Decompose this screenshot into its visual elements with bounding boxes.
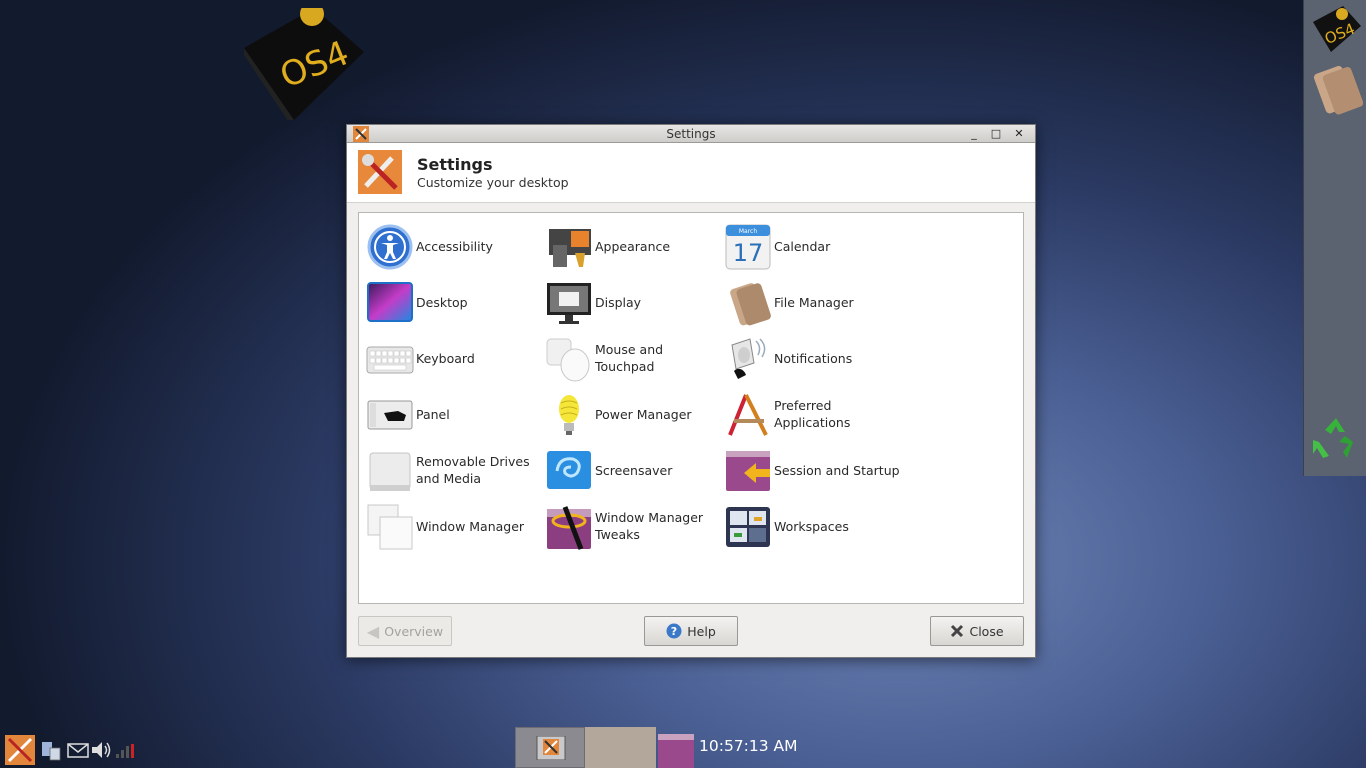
settings-item-preferred-apps[interactable]: Preferred Applications [724,389,900,439]
overview-button[interactable]: ◀ Overview [358,616,452,646]
settings-item-workspaces[interactable]: Workspaces [724,501,900,551]
taskbar-tasks [515,727,656,768]
header-title: Settings [417,155,493,174]
item-label: Preferred Applications [774,398,851,430]
settings-item-file-manager[interactable]: File Manager [724,277,900,327]
wm-tweaks-icon [547,506,591,550]
settings-launcher-icon[interactable] [5,735,35,765]
help-icon: ? [666,623,682,639]
item-label: Notifications [774,350,853,366]
window-titlebar[interactable]: Settings _ □ ✕ [347,125,1035,143]
os4-dock-icon[interactable]: OS4 [1309,4,1363,58]
settings-item-display[interactable]: Display [545,277,721,327]
item-label: Accessibility [416,238,493,254]
show-desktop-icon[interactable] [656,732,696,768]
settings-item-wm-tweaks[interactable]: Window Manager Tweaks [545,501,721,551]
minimize-button[interactable]: _ [965,126,983,142]
help-button[interactable]: ? Help [644,616,738,646]
settings-item-panel[interactable]: Panel [366,389,542,439]
trash-recycle-icon[interactable] [1309,412,1363,466]
item-label: Window Manager [416,518,525,534]
window-title: Settings [666,127,716,141]
mail-icon[interactable] [66,738,90,762]
screensaver-icon [547,451,591,489]
item-label: Mouse and Touchpad [595,342,664,374]
item-label: Removable Drives and Media [416,454,530,486]
mouse-icon [546,338,590,382]
settings-grid-panel: Accessibility Appearance March 17 Calend… [358,212,1024,604]
settings-item-window-manager[interactable]: Window Manager [366,501,542,551]
volume-icon[interactable] [89,738,113,762]
close-button[interactable]: Close [930,616,1024,646]
header-subtitle: Customize your desktop [417,175,569,190]
settings-item-mouse[interactable]: Mouse and Touchpad [545,333,721,383]
close-x-icon [951,624,964,638]
appearance-icon [549,229,591,267]
settings-item-power-manager[interactable]: Power Manager [545,389,721,439]
power-manager-icon [559,395,579,435]
calendar-icon: March 17 [725,224,771,270]
settings-task-icon [536,736,566,760]
close-window-button[interactable]: ✕ [1010,126,1028,142]
item-label: Window Manager Tweaks [595,510,704,542]
item-label: Panel [416,406,450,422]
session-icon [726,451,770,491]
file-manager-dock-icon[interactable] [1309,62,1363,116]
svg-text:?: ? [671,625,677,638]
settings-header-icon [358,150,402,194]
workspaces-icon [726,507,770,547]
item-label: Display [595,294,642,310]
settings-item-accessibility[interactable]: Accessibility [366,221,542,271]
settings-item-screensaver[interactable]: Screensaver [545,445,721,495]
wifi-disconnected-icon[interactable] [114,738,138,762]
panel-icon [367,400,413,430]
item-label: Desktop [416,294,468,310]
item-label: Session and Startup [774,462,900,478]
item-label: Power Manager [595,406,692,422]
clock[interactable]: 10:57:13 AM [699,737,798,755]
item-label: File Manager [774,294,854,310]
item-label: Calendar [774,238,831,254]
maximize-button[interactable]: □ [987,126,1005,142]
preferred-apps-icon [728,394,768,436]
item-label: Screensaver [595,462,673,478]
svg-text:March: March [739,228,757,235]
taskbar-item-settings[interactable] [515,727,585,768]
taskbar-item-empty[interactable] [585,727,656,768]
os4-logo-icon: OS4 [244,8,364,120]
desktop-icon [367,282,413,322]
overview-label: Overview [384,623,444,639]
help-label: Help [687,623,716,639]
settings-item-appearance[interactable]: Appearance [545,221,721,271]
accessibility-icon [367,224,413,270]
item-label: Appearance [595,238,671,254]
settings-item-calendar[interactable]: March 17 Calendar [724,221,900,271]
right-dock: OS4 [1303,0,1366,476]
item-label: Workspaces [774,518,849,534]
settings-window: Settings _ □ ✕ Settings Customize your d… [346,124,1036,658]
keyboard-icon [366,346,414,374]
network-manager-icon[interactable] [40,738,64,762]
svg-text:17: 17 [733,239,764,267]
settings-item-session-startup[interactable]: Session and Startup [724,445,900,495]
window-manager-icon [367,504,413,550]
file-manager-icon [730,283,771,326]
display-icon [547,283,591,324]
item-label: Keyboard [416,350,475,366]
settings-item-removable-drives[interactable]: Removable Drives and Media [366,445,542,495]
settings-item-keyboard[interactable]: Keyboard [366,333,542,383]
settings-item-notifications[interactable]: Notifications [724,333,900,383]
settings-item-desktop[interactable]: Desktop [366,277,542,327]
close-label: Close [969,623,1004,639]
back-arrow-icon: ◀ [366,621,380,641]
bottom-left-panel [0,732,140,768]
notifications-icon [731,338,766,379]
settings-header: Settings Customize your desktop [347,143,1035,203]
removable-drive-icon [369,452,411,491]
